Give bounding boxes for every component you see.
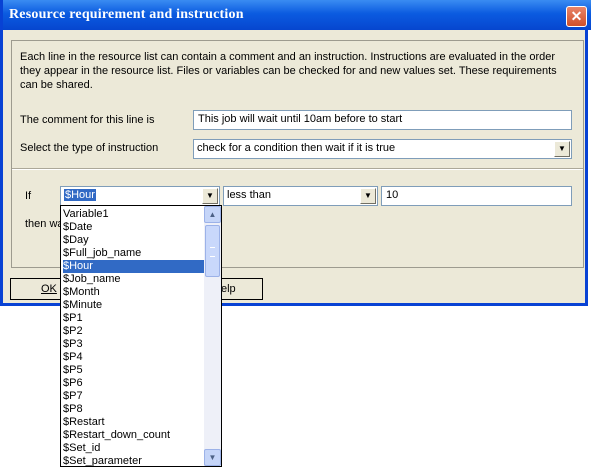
list-item[interactable]: $Job_name <box>63 273 205 286</box>
separator <box>12 168 583 170</box>
if-label: If <box>25 190 32 202</box>
close-icon[interactable]: ✕ <box>566 6 587 27</box>
list-item[interactable]: $Set_id <box>63 442 205 455</box>
list-item[interactable]: $P2 <box>63 325 205 338</box>
chevron-down-icon[interactable]: ▼ <box>360 188 376 204</box>
window-title: Resource requirement and instruction <box>9 7 244 22</box>
instruction-type-label: Select the type of instruction <box>20 142 159 154</box>
list-item[interactable]: $P7 <box>63 390 205 403</box>
chevron-down-icon[interactable]: ▼ <box>202 188 218 204</box>
instruction-type-select[interactable]: check for a condition then wait if it is… <box>193 139 572 159</box>
list-item[interactable]: $P4 <box>63 351 205 364</box>
list-item[interactable]: $Month <box>63 286 205 299</box>
then-label: then wa <box>25 218 64 230</box>
list-item[interactable]: $P3 <box>63 338 205 351</box>
grip-icon <box>210 247 215 257</box>
list-item[interactable]: $Restart <box>63 416 205 429</box>
list-item[interactable]: $Full_job_name <box>63 247 205 260</box>
list-item[interactable]: $Date <box>63 221 205 234</box>
list-item[interactable]: $Set_parameter <box>63 455 205 466</box>
list-item[interactable]: $Minute <box>63 299 205 312</box>
comment-input[interactable]: This job will wait until 10am before to … <box>193 110 572 130</box>
condition-value-input[interactable]: 10 <box>381 186 572 206</box>
list-item[interactable]: $P5 <box>63 364 205 377</box>
title-bar[interactable]: Resource requirement and instruction ✕ <box>3 0 591 30</box>
instruction-type-value: check for a condition then wait if it is… <box>197 142 396 154</box>
dropdown-scrollbar[interactable]: ▲ ▼ <box>204 206 221 466</box>
description-text: Each line in the resource list can conta… <box>20 51 557 91</box>
list-item[interactable]: $P8 <box>63 403 205 416</box>
variable-select[interactable]: $Hour ▼ <box>60 186 220 206</box>
list-item[interactable]: $Day <box>63 234 205 247</box>
scroll-up-icon[interactable]: ▲ <box>204 206 221 223</box>
help-button-label: elp <box>221 283 236 295</box>
scrollbar-thumb[interactable] <box>205 225 220 277</box>
operator-select[interactable]: less than ▼ <box>223 186 378 206</box>
list-item-selected[interactable]: $Hour <box>63 260 205 273</box>
variable-value: $Hour <box>64 189 96 201</box>
list-item[interactable]: $P1 <box>63 312 205 325</box>
ok-button-label: OK <box>41 283 57 295</box>
list-item[interactable]: Variable1 <box>63 208 205 221</box>
scroll-down-icon[interactable]: ▼ <box>204 449 221 466</box>
variable-dropdown-list[interactable]: Variable1 $Date $Day $Full_job_name $Hou… <box>60 205 222 467</box>
comment-label: The comment for this line is <box>20 114 155 126</box>
list-item[interactable]: $P6 <box>63 377 205 390</box>
chevron-down-icon[interactable]: ▼ <box>554 141 570 157</box>
operator-value: less than <box>227 189 272 201</box>
list-item[interactable]: $Restart_down_count <box>63 429 205 442</box>
